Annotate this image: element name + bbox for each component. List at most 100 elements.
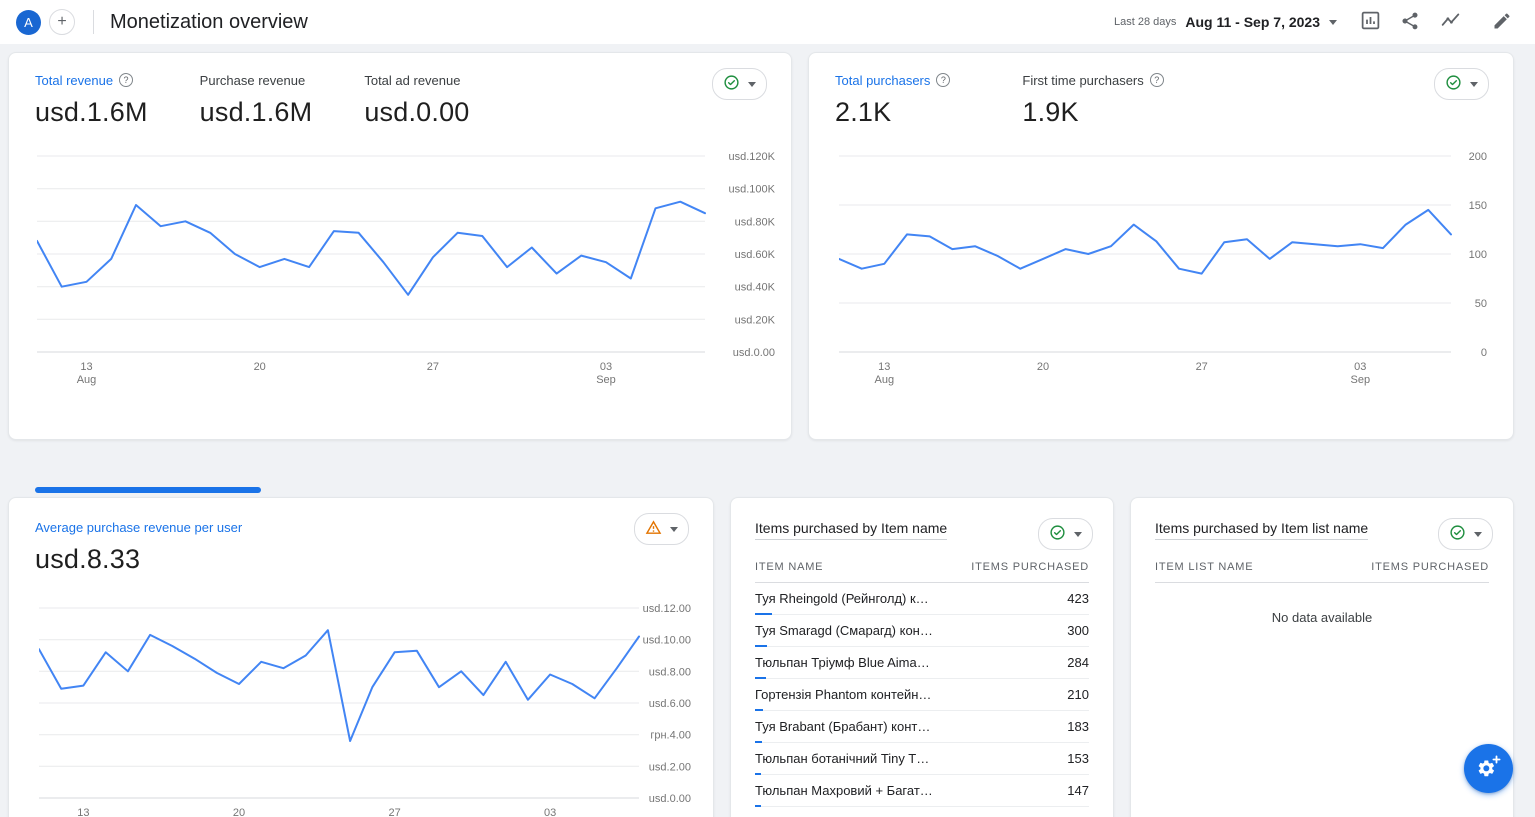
app-header: A + Monetization overview Last 28 days A… (0, 0, 1535, 44)
customize-report-button[interactable] (1353, 5, 1387, 39)
svg-text:27: 27 (1196, 361, 1208, 373)
item-name: Туя Rheingold (Рейнголд) к… (755, 591, 929, 606)
item-count: 183 (1067, 719, 1089, 734)
svg-text:usd.8.00: usd.8.00 (649, 666, 691, 678)
table-header: ITEM NAME ITEMS PURCHASED (755, 561, 1089, 583)
data-quality-badge[interactable] (1038, 518, 1093, 550)
svg-text:usd.120K: usd.120K (729, 151, 775, 163)
metric-label-total-purchasers[interactable]: Total purchasers (835, 73, 930, 88)
item-name: Гортензія Phantom контейн… (755, 687, 931, 702)
share-button[interactable] (1393, 5, 1427, 39)
table-row: Гортензія Phantom контейн… 210 (755, 679, 1089, 711)
data-quality-badge[interactable] (1434, 68, 1489, 100)
total-revenue-chart: usd.120Kusd.100Kusd.80Kusd.60Kusd.40Kusd… (37, 144, 775, 401)
item-share-bar (755, 805, 761, 807)
svg-text:200: 200 (1469, 151, 1487, 163)
revenue-metrics: Total revenue ? usd.1.6M Purchase revenu… (9, 53, 791, 128)
plus-icon: + (57, 14, 66, 30)
help-icon[interactable]: ? (1150, 73, 1164, 87)
date-range-hint: Last 28 days (1114, 16, 1176, 28)
insights-icon (1440, 10, 1461, 34)
table-header: ITEM LIST NAME ITEMS PURCHASED (1155, 561, 1489, 583)
item-count: 210 (1067, 687, 1089, 702)
monetization-overview-page: A + Monetization overview Last 28 days A… (0, 0, 1535, 817)
avatar[interactable]: A (16, 10, 41, 35)
svg-text:150: 150 (1469, 200, 1487, 212)
chevron-down-icon (1474, 532, 1482, 537)
metric-label-total-revenue[interactable]: Total revenue (35, 73, 113, 88)
table-row: Туя Smaragd (Смарагд) кон…300 (755, 615, 1089, 647)
metric-total-revenue: Total revenue ? usd.1.6M (35, 71, 148, 128)
purchasers-card: Total purchasers ? 2.1K First time purch… (808, 52, 1514, 440)
svg-text:13: 13 (80, 361, 92, 373)
column-header-item-name: ITEM NAME (755, 561, 823, 573)
check-circle-icon (1049, 524, 1066, 544)
check-circle-icon (1445, 74, 1462, 94)
svg-text:usd.12.00: usd.12.00 (643, 603, 691, 615)
svg-text:13: 13 (878, 361, 890, 373)
header-divider (93, 10, 94, 34)
warning-triangle-icon (645, 519, 662, 539)
svg-text:usd.60K: usd.60K (735, 249, 775, 261)
svg-text:20: 20 (1037, 361, 1049, 373)
item-name: Туя Brabant (Брабант) конт… (755, 719, 930, 734)
svg-text:Sep: Sep (1351, 374, 1371, 386)
metric-label-first-time-purchasers[interactable]: First time purchasers (1022, 73, 1143, 88)
purchasers-metrics: Total purchasers ? 2.1K First time purch… (809, 53, 1513, 128)
metric-first-time-purchasers: First time purchasers ? 1.9K (1022, 71, 1163, 128)
chevron-down-icon (1074, 532, 1082, 537)
help-icon[interactable]: ? (936, 73, 950, 87)
items-by-list-name-card: Items purchased by Item list name ITEM L… (1130, 497, 1514, 817)
svg-text:13: 13 (77, 807, 89, 817)
metric-total-purchasers: Total purchasers ? 2.1K (835, 71, 950, 128)
card-title-text: Items purchased by Item name (755, 520, 947, 540)
settings-fab[interactable] (1464, 744, 1513, 793)
svg-text:usd.10.00: usd.10.00 (643, 635, 691, 647)
svg-text:20: 20 (254, 361, 266, 373)
svg-text:Aug: Aug (77, 374, 97, 386)
svg-text:usd.6.00: usd.6.00 (649, 698, 691, 710)
gear-plus-icon (1475, 754, 1502, 784)
svg-text:Sep: Sep (596, 374, 616, 386)
svg-text:Aug: Aug (875, 374, 895, 386)
svg-text:03: 03 (544, 807, 556, 817)
card-title-text: Items purchased by Item list name (1155, 520, 1368, 540)
item-name: Тюльпан ботанічний Tiny T… (755, 751, 929, 766)
check-circle-icon (1449, 524, 1466, 544)
table-row: Тюльпан Тріумф Blue Aima…284 (755, 647, 1089, 679)
svg-text:usd.0.00: usd.0.00 (733, 347, 775, 359)
metric-value-total-revenue: usd.1.6M (35, 97, 148, 128)
item-name: Туя Smaragd (Смарагд) кон… (755, 623, 933, 638)
add-comparison-button[interactable]: + (49, 9, 75, 35)
item-count: 423 (1067, 591, 1089, 606)
page-title: Monetization overview (110, 11, 308, 34)
carousel-scrollbar[interactable] (35, 487, 261, 493)
column-header-items-purchased: ITEMS PURCHASED (1371, 561, 1489, 573)
insights-button[interactable] (1433, 5, 1467, 39)
metric-value-purchase-revenue: usd.1.6M (200, 97, 313, 128)
data-quality-badge[interactable] (1438, 518, 1493, 550)
item-count: 153 (1067, 751, 1089, 766)
edit-report-button[interactable] (1485, 5, 1519, 39)
edit-chart-icon (1360, 10, 1381, 34)
help-icon[interactable]: ? (119, 73, 133, 87)
table-row: Туя Rheingold (Рейнголд) к… 423 (755, 583, 1089, 615)
date-range-picker[interactable]: Last 28 days Aug 11 - Sep 7, 2023 (1114, 14, 1337, 30)
svg-text:usd.80K: usd.80K (735, 216, 775, 228)
chevron-down-icon (748, 82, 756, 87)
arpu-card: Average purchase revenue per user usd.8.… (8, 497, 714, 817)
svg-text:100: 100 (1469, 249, 1487, 261)
check-circle-icon (723, 74, 740, 94)
svg-text:usd.20K: usd.20K (735, 314, 775, 326)
column-header-items-purchased: ITEMS PURCHASED (971, 561, 1089, 573)
metric-value-first-time-purchasers: 1.9K (1022, 97, 1163, 128)
metric-label-total-ad-revenue[interactable]: Total ad revenue (364, 73, 460, 88)
metric-total-ad-revenue: Total ad revenue usd.0.00 (364, 71, 469, 128)
metric-label-purchase-revenue[interactable]: Purchase revenue (200, 73, 306, 88)
data-quality-badge[interactable] (712, 68, 767, 100)
header-actions: Last 28 days Aug 11 - Sep 7, 2023 (1114, 5, 1519, 39)
metric-value-total-purchasers: 2.1K (835, 97, 950, 128)
table-row: Тюльпан ботанічний Tiny T… 153 (755, 743, 1089, 775)
metric-label-arpu[interactable]: Average purchase revenue per user (35, 520, 242, 535)
data-warning-badge[interactable] (634, 513, 689, 545)
